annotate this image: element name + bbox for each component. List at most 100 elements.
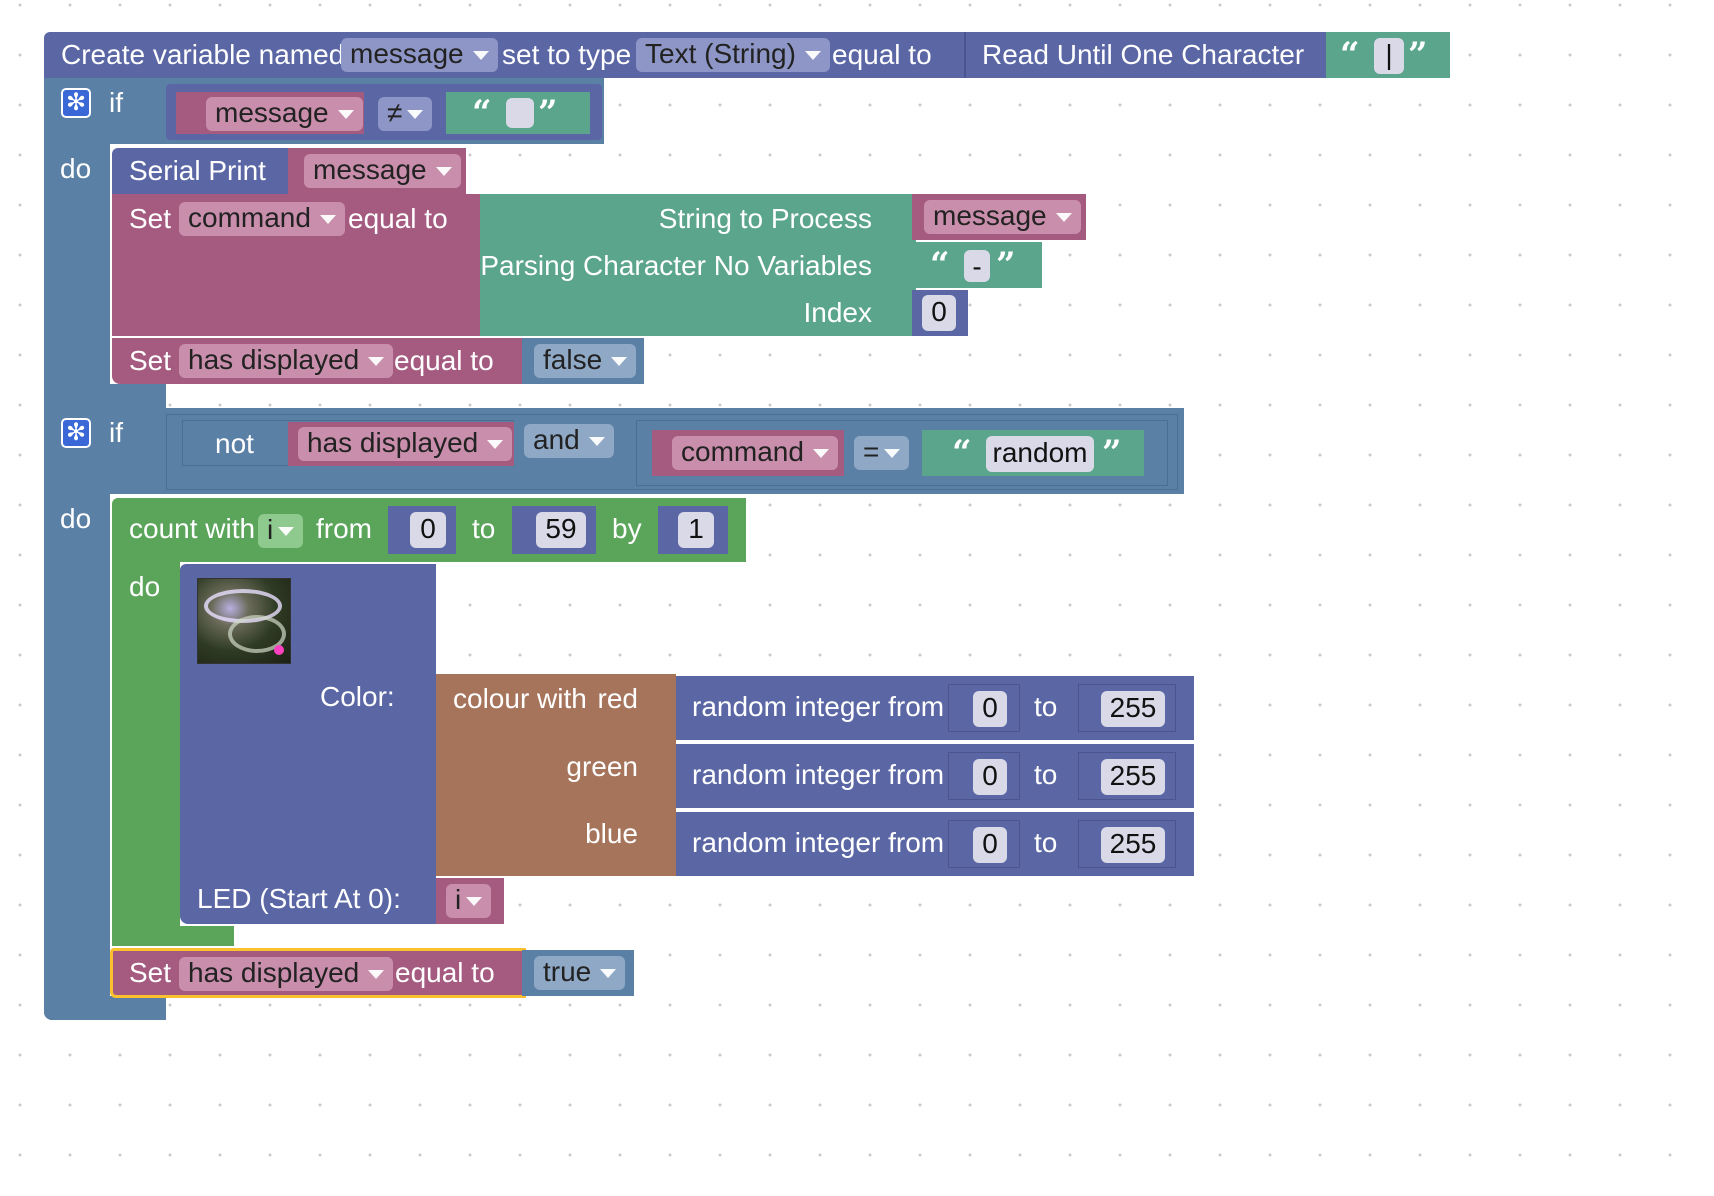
to-number-block[interactable]: 255	[1078, 684, 1176, 732]
char-text-block[interactable]: “ | ”	[1326, 32, 1450, 78]
serial-message-block[interactable]: message	[288, 148, 466, 194]
led-set-color-block[interactable]: Color: LED (Start At 0):	[180, 564, 436, 924]
rand-from-field[interactable]: 0	[973, 827, 1007, 863]
led-var-dropdown[interactable]: i	[446, 884, 492, 918]
dropdown-arrow-icon	[337, 110, 354, 119]
dropdown-arrow-icon	[1055, 213, 1072, 222]
rand-to-label: to	[1034, 759, 1058, 790]
by-field[interactable]: 1	[678, 512, 714, 548]
dropdown-arrow-icon	[487, 440, 504, 449]
false-dropdown[interactable]: false	[534, 344, 637, 378]
equal-to-label: equal to	[348, 203, 448, 234]
index-number-block[interactable]: 0	[912, 290, 968, 336]
string-message-block[interactable]: message	[912, 194, 1086, 240]
random-int-blue-block[interactable]: random integer from 0 to 255	[676, 812, 1194, 876]
parsing-char-text-block[interactable]: “ - ”	[912, 242, 1042, 288]
command-var-block[interactable]: command	[652, 430, 844, 476]
set-has-displayed-false-block[interactable]: Set has displayed equal to	[112, 338, 526, 384]
to-number-block[interactable]: 255	[1078, 752, 1176, 800]
dropdown-arrow-icon	[278, 527, 295, 536]
do-label: do	[60, 153, 92, 184]
command-var-dropdown[interactable]: command	[672, 436, 838, 470]
operator-text: ≠	[387, 97, 403, 128]
from-number-block[interactable]: 0	[948, 752, 1020, 800]
random-text-field[interactable]: random	[986, 436, 1094, 472]
message-var-block[interactable]: message	[176, 92, 364, 134]
if-label: if	[109, 87, 123, 118]
loop-var-dropdown[interactable]: i	[258, 514, 304, 548]
random-text-block[interactable]: “ random ”	[922, 430, 1144, 476]
string-message-text: message	[933, 200, 1047, 231]
quote-close-icon: ”	[996, 245, 1016, 285]
from-number-block[interactable]: 0	[388, 506, 456, 554]
to-number-block[interactable]: 59	[512, 506, 596, 554]
rand-to-field[interactable]: 255	[1101, 691, 1165, 727]
variable-name-dropdown[interactable]: message	[341, 38, 498, 72]
if-block-2-footer	[44, 996, 166, 1020]
from-field[interactable]: 0	[410, 512, 446, 548]
parsing-char-field[interactable]: -	[964, 250, 990, 282]
rand-from-field[interactable]: 0	[973, 691, 1007, 727]
read-until-block[interactable]: Read Until One Character	[964, 32, 1330, 78]
dropdown-arrow-icon	[588, 437, 605, 446]
from-number-block[interactable]: 0	[948, 684, 1020, 732]
if-block-1-footer	[44, 384, 166, 408]
dropdown-arrow-icon	[804, 51, 821, 60]
serial-print-block[interactable]: Serial Print	[112, 148, 292, 194]
false-text: false	[543, 344, 603, 375]
do-label: do	[129, 571, 161, 602]
command-var-dropdown[interactable]: command	[179, 202, 345, 236]
has-displayed-dropdown[interactable]: has displayed	[298, 427, 513, 461]
by-number-block[interactable]: 1	[658, 506, 728, 554]
true-dropdown[interactable]: true	[534, 956, 626, 990]
green-label: green	[566, 751, 638, 782]
create-variable-block[interactable]: Create variable named message set to typ…	[44, 32, 970, 78]
index-field[interactable]: 0	[922, 295, 956, 331]
rand-to-field[interactable]: 255	[1101, 759, 1165, 795]
quote-open-icon: “	[1340, 35, 1360, 75]
random-int-label: random integer from	[692, 691, 945, 722]
equals-dropdown[interactable]: =	[854, 436, 910, 470]
from-number-block[interactable]: 0	[948, 820, 1020, 868]
serial-message-dropdown[interactable]: message	[304, 154, 461, 188]
has-displayed-var-block[interactable]: has displayed	[288, 422, 514, 466]
set-label: Set	[129, 203, 172, 234]
set-to-type-label: set to type	[502, 39, 632, 70]
and-dropdown[interactable]: and	[524, 424, 614, 458]
dropdown-arrow-icon	[812, 449, 829, 458]
to-field[interactable]: 59	[536, 512, 586, 548]
rand-to-field[interactable]: 255	[1101, 827, 1165, 863]
quote-close-icon: ”	[538, 93, 558, 133]
index-label: Index	[803, 297, 873, 328]
has-displayed-text: has displayed	[307, 427, 479, 458]
has-displayed-dropdown[interactable]: has displayed	[179, 344, 394, 378]
empty-text-field[interactable]	[506, 98, 534, 128]
to-number-block[interactable]: 255	[1078, 820, 1176, 868]
type-dropdown[interactable]: Text (String)	[636, 38, 830, 72]
set-has-displayed-true-block[interactable]: Set has displayed equal to	[110, 948, 526, 998]
parse-string-block[interactable]: String to Process Parsing Character No V…	[480, 194, 916, 336]
char-field[interactable]: |	[1374, 38, 1404, 74]
gear-icon[interactable]: ✻	[61, 418, 91, 448]
has-displayed-dropdown[interactable]: has displayed	[179, 957, 394, 991]
message-var-dropdown[interactable]: message	[206, 97, 363, 131]
random-int-red-block[interactable]: random integer from 0 to 255	[676, 676, 1194, 740]
equal-to-label: equal to	[832, 39, 932, 70]
set-label: Set	[129, 345, 172, 376]
false-block[interactable]: false	[522, 338, 644, 384]
rand-from-field[interactable]: 0	[973, 759, 1007, 795]
message-var-text: message	[215, 97, 329, 128]
colour-with-block[interactable]: colour with red green blue	[436, 674, 676, 876]
string-message-dropdown[interactable]: message	[924, 200, 1081, 234]
random-int-green-block[interactable]: random integer from 0 to 255	[676, 744, 1194, 808]
led-index-var-block[interactable]: i	[436, 878, 504, 924]
operator-dropdown[interactable]: ≠	[378, 97, 433, 131]
equal-to-label: equal to	[394, 345, 494, 376]
true-block[interactable]: true	[522, 950, 634, 996]
empty-text-block[interactable]: “ ”	[446, 92, 590, 134]
dropdown-arrow-icon	[407, 110, 424, 119]
led-var-text: i	[455, 884, 462, 915]
gear-icon[interactable]: ✻	[61, 88, 91, 118]
set-command-block[interactable]: Set command equal to	[112, 194, 482, 336]
rand-to-label: to	[1034, 691, 1058, 722]
